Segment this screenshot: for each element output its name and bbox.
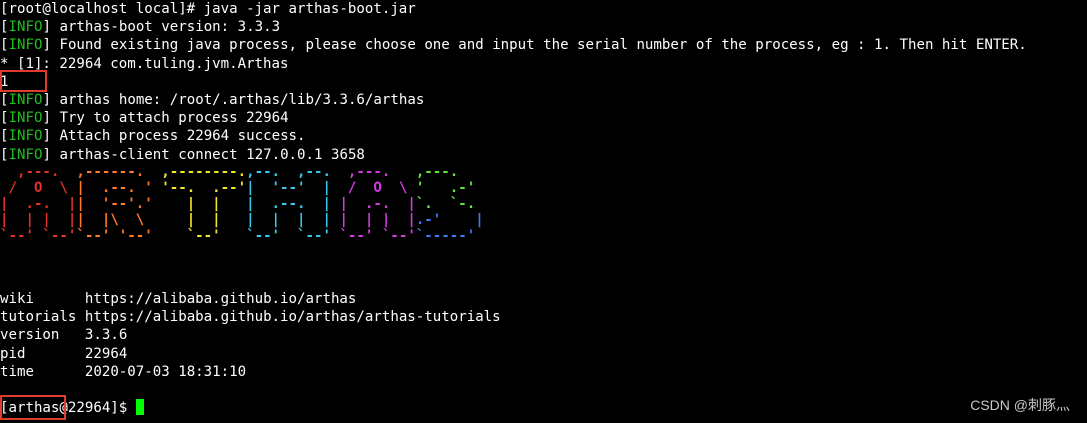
- info-value: https://alibaba.github.io/arthas: [84, 291, 357, 307]
- info-value: 3.3.6: [84, 327, 128, 344]
- highlight-box-input: [0, 70, 47, 92]
- info-tag: INFO: [8, 128, 43, 145]
- info-line: [INFO] Try to attach process 22964: [0, 110, 289, 127]
- info-line: [INFO] Found existing java process, plea…: [0, 37, 1027, 54]
- info-text: Try to attach process 22964: [59, 110, 289, 127]
- info-table-row: time 2020-07-03 18:31:10: [0, 363, 246, 381]
- info-line: [INFO] Attach process 22964 success.: [0, 128, 306, 145]
- info-line: [INFO] arthas home: /root/.arthas/lib/3.…: [0, 92, 425, 108]
- info-text: arthas home: /root/.arthas/lib/3.3.6/art…: [59, 92, 425, 108]
- info-line: [INFO] arthas-client connect 127.0.0.1 3…: [0, 146, 365, 163]
- info-text: Found existing java process, please choo…: [59, 37, 1027, 54]
- info-tag: INFO: [8, 19, 43, 36]
- info-value: 2020-07-03 18:31:10: [84, 363, 247, 380]
- cursor-icon: [135, 399, 144, 415]
- info-table-row: tutorials https://alibaba.github.io/arth…: [0, 308, 501, 326]
- info-table-row: version 3.3.6: [0, 326, 127, 344]
- info-key: pid: [0, 345, 26, 362]
- info-table-row: wiki https://alibaba.github.io/arthas: [0, 290, 356, 308]
- command-line: [root@localhost local]# java -jar arthas…: [0, 1, 416, 17]
- info-key: tutorials: [0, 309, 77, 326]
- terminal-window[interactable]: [root@localhost local]# java -jar arthas…: [0, 0, 1087, 423]
- info-value: 22964: [84, 345, 128, 362]
- info-tag: INFO: [8, 37, 43, 54]
- info-key: wiki: [0, 291, 34, 307]
- watermark: CSDN @刺豚灬: [970, 397, 1070, 413]
- info-tag: INFO: [8, 110, 43, 127]
- highlight-box-prompt: [0, 395, 66, 420]
- info-tag: INFO: [8, 146, 43, 163]
- info-value: https://alibaba.github.io/arthas/arthas-…: [84, 309, 501, 326]
- info-line: [INFO] arthas-boot version: 3.3.3: [0, 19, 281, 36]
- info-table-row: pid 22964: [0, 345, 127, 363]
- info-text: Attach process 22964 success.: [59, 128, 306, 145]
- info-tag: INFO: [8, 92, 43, 108]
- info-key: version: [0, 327, 60, 344]
- arthas-ascii-logo: ,---. ,------. ,--------.,--. ,--. ,---.…: [0, 164, 493, 244]
- info-text: arthas-boot version: 3.3.3: [59, 19, 281, 36]
- info-key: time: [0, 363, 34, 380]
- info-text: arthas-client connect 127.0.0.1 3658: [59, 146, 365, 163]
